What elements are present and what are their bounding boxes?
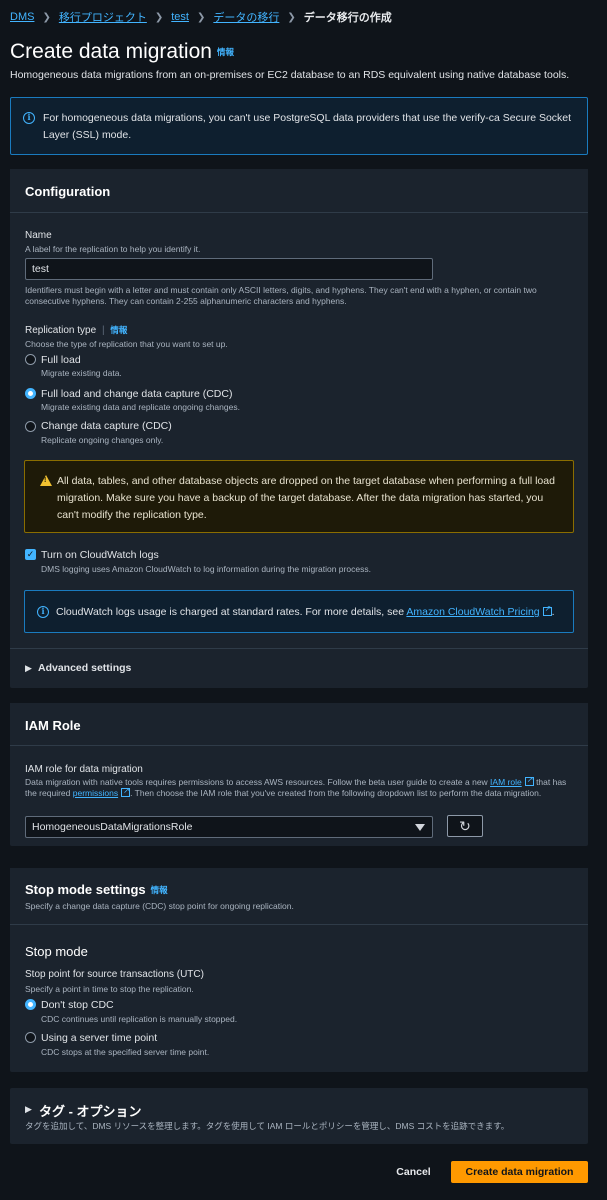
breadcrumb-data-migrations[interactable]: データの移行 (213, 9, 279, 25)
chevron-right-icon: ❯ (154, 11, 164, 23)
info-link[interactable]: 情報 (217, 47, 234, 57)
info-icon: i (23, 112, 35, 124)
radio-dont-stop-cdc[interactable] (25, 999, 36, 1010)
cloudwatch-label: Turn on CloudWatch logs (41, 549, 159, 561)
external-link-icon (524, 774, 534, 786)
caret-right-icon[interactable]: ▶ (25, 663, 32, 674)
iam-desc-part-3: . Then choose the IAM role that you've c… (130, 788, 542, 798)
refresh-button[interactable]: ↻ (447, 815, 483, 837)
replication-type-label-text: Replication type (25, 325, 97, 336)
name-input[interactable]: test (25, 258, 433, 280)
radio-full-load-cdc-description: Migrate existing data and replicate ongo… (41, 402, 240, 412)
ssl-info-banner: i For homogeneous data migrations, you c… (10, 97, 588, 155)
warning-icon: ! (40, 475, 52, 486)
stop-point-label: Stop point for source transactions (UTC) (25, 969, 204, 980)
iam-role-title: IAM Role (25, 718, 81, 733)
cloudwatch-info-banner: i CloudWatch logs usage is charged at st… (24, 590, 574, 633)
breadcrumb-dms[interactable]: DMS (10, 11, 34, 23)
replication-type-description: Choose the type of replication that you … (25, 339, 228, 349)
cloudwatch-info-text: CloudWatch logs usage is charged at stan… (56, 604, 555, 618)
stop-mode-description: Specify a change data capture (CDC) stop… (25, 901, 294, 911)
iam-role-panel: IAM Role IAM role for data migration Dat… (10, 703, 588, 846)
cloudwatch-info-prefix: CloudWatch logs usage is charged at stan… (56, 606, 407, 618)
name-label: Name (25, 230, 52, 241)
replication-type-label: Replication type | 情報 (25, 324, 127, 336)
iam-role-selected: HomogeneousDataMigrationsRole (32, 821, 193, 833)
stop-mode-panel: Stop mode settings 情報 Specify a change da… (10, 868, 588, 1072)
configuration-panel: Configuration Name A label for the repli… (10, 169, 588, 688)
breadcrumb-test[interactable]: test (171, 11, 189, 23)
page-title-text: Create data migration (10, 40, 212, 63)
radio-server-time-point-label: Using a server time point (41, 1032, 158, 1044)
tags-toggle[interactable]: タグ - オプション (39, 1101, 142, 1120)
iam-role-link[interactable]: IAM role (490, 777, 522, 787)
cloudwatch-checkbox[interactable]: ✓ (25, 549, 36, 560)
radio-cdc[interactable] (25, 421, 36, 432)
iam-role-select[interactable]: HomogeneousDataMigrationsRole (25, 816, 433, 838)
radio-server-time-point-description: CDC stops at the specified server time p… (41, 1047, 210, 1057)
cloudwatch-info-end: . (551, 606, 555, 618)
chevron-right-icon: ❯ (287, 11, 296, 23)
stop-mode-subtitle: Stop mode (25, 944, 88, 959)
caret-down-icon (415, 824, 425, 831)
configuration-header: Configuration (10, 169, 588, 213)
iam-role-label: IAM role for data migration (25, 764, 143, 775)
page-description: Homogeneous data migrations from an on-p… (10, 69, 570, 81)
chevron-right-icon: ❯ (196, 11, 206, 23)
full-load-warning: ! All data, tables, and other database o… (24, 460, 574, 533)
replication-type-info-link[interactable]: 情報 (110, 325, 127, 335)
radio-full-load-cdc-label: Full load and change data capture (CDC) (41, 388, 233, 400)
breadcrumb: DMS ❯ 移行プロジェクト ❯ test ❯ データの移行 ❯ データ移行の作… (10, 10, 392, 24)
radio-full-load[interactable] (25, 354, 36, 365)
cancel-button[interactable]: Cancel (386, 1162, 441, 1182)
cloudwatch-description: DMS logging uses Amazon CloudWatch to lo… (41, 564, 371, 574)
create-data-migration-button[interactable]: Create data migration (451, 1161, 588, 1183)
external-link-icon (542, 604, 552, 616)
cloudwatch-pricing-link[interactable]: Amazon CloudWatch Pricing (406, 606, 539, 618)
warning-text: All data, tables, and other database obj… (57, 475, 555, 521)
iam-desc-part-1: Data migration with native tools require… (25, 777, 491, 787)
stop-mode-header: Stop mode settings 情報 Specify a change da… (10, 868, 588, 925)
external-link-icon (121, 785, 131, 797)
radio-cdc-label: Change data capture (CDC) (41, 420, 172, 432)
chevron-right-icon: ❯ (42, 11, 51, 23)
radio-full-load-label: Full load (41, 354, 81, 366)
permissions-link[interactable]: permissions (73, 788, 118, 798)
refresh-icon: ↻ (459, 818, 471, 834)
radio-dont-stop-cdc-label: Don't stop CDC (41, 999, 114, 1011)
stop-mode-title: Stop mode settings 情報 (25, 882, 168, 897)
radio-server-time-point[interactable] (25, 1032, 36, 1043)
label-divider: | (101, 325, 105, 336)
iam-role-description: Data migration with native tools require… (25, 774, 573, 799)
stop-mode-info-link[interactable]: 情報 (151, 885, 168, 895)
radio-cdc-description: Replicate ongoing changes only. (41, 435, 164, 445)
caret-right-icon[interactable]: ▶ (25, 1104, 32, 1115)
name-constraints: Identifiers must begin with a letter and… (25, 285, 537, 306)
info-icon: i (37, 606, 49, 618)
radio-full-load-cdc[interactable] (25, 388, 36, 399)
tags-description: タグを追加して、DMS リソースを整理します。タグを使用して IAM ロールとポ… (25, 1121, 510, 1131)
iam-role-header: IAM Role (10, 703, 588, 746)
ssl-info-text: For homogeneous data migrations, you can… (43, 112, 572, 141)
tags-panel: ▶ タグ - オプション タグを追加して、DMS リソースを整理します。タグを使… (10, 1088, 588, 1144)
configuration-title: Configuration (25, 184, 111, 199)
stop-point-description: Specify a point in time to stop the repl… (25, 984, 194, 994)
breadcrumb-migration-projects[interactable]: 移行プロジェクト (59, 9, 147, 25)
divider (10, 648, 588, 649)
breadcrumb-current: データ移行の作成 (303, 12, 392, 24)
advanced-settings-toggle[interactable]: Advanced settings (38, 662, 131, 674)
radio-full-load-description: Migrate existing data. (41, 368, 122, 378)
stop-mode-title-text: Stop mode settings (25, 882, 146, 897)
page-title: Create data migration 情報 (10, 40, 234, 64)
name-description: A label for the replication to help you … (25, 244, 201, 254)
radio-dont-stop-cdc-description: CDC continues until replication is manua… (41, 1014, 238, 1024)
